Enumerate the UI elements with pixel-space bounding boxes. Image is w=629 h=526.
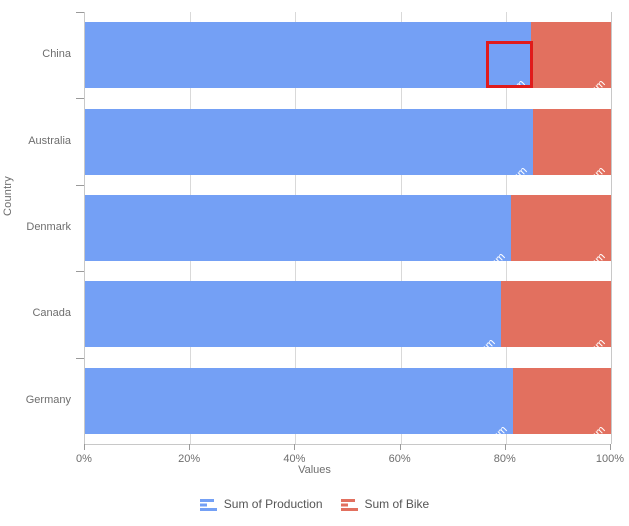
bar-chart-icon	[199, 498, 218, 511]
bar-label: 15% num	[566, 164, 608, 174]
y-axis-title: Country	[2, 176, 14, 216]
bar-row: China 35% num 65% num	[42, 12, 611, 89]
bar-segment-bike[interactable]: 07% num	[510, 195, 611, 261]
y-axis-label-canada: Canada	[32, 307, 71, 320]
y-axis-label-denmark: Denmark	[26, 221, 71, 233]
bar-label: 07% num	[566, 251, 608, 261]
legend-label: Sum of Production	[223, 497, 323, 511]
bar-label: 86% num	[566, 337, 608, 347]
x-axis-tick	[189, 444, 191, 450]
x-axis-tick	[294, 444, 296, 450]
bar-segment-production[interactable]: 35% num	[85, 22, 532, 89]
bar-row: Germany 33% num 67% num	[26, 357, 611, 434]
x-axis-tick	[399, 444, 401, 450]
bar-segment-bike[interactable]: 15% num	[532, 108, 611, 175]
bar-label: 14% num	[456, 337, 498, 347]
bar-segment-production[interactable]: 14% num	[85, 281, 502, 348]
bar-label: 67% num	[566, 423, 608, 433]
bar-segment-bike[interactable]: 67% num	[512, 367, 611, 434]
y-axis-label-germany: Germany	[25, 393, 71, 406]
bar-row: Australia 85% num 15% num	[28, 98, 611, 175]
bar-segment-bike[interactable]: 86% num	[501, 281, 611, 348]
bar-chart-icon	[340, 498, 359, 511]
x-axis-tick	[610, 444, 611, 450]
bar-label: 65% num	[566, 78, 608, 88]
gridline	[611, 12, 612, 444]
bar-row: Denmark 93% num 07% num	[26, 184, 611, 261]
y-axis-tick	[76, 271, 84, 273]
y-axis-label-china: China	[42, 48, 71, 61]
chart-legend: Sum of Production Sum of Bike	[0, 497, 629, 511]
bar-label: 35% num	[486, 78, 528, 88]
plot-area: China 35% num 65% num Australia 85% num 15% n…	[26, 12, 612, 444]
bar-label: 85% num	[488, 164, 530, 174]
y-axis-tick	[76, 12, 84, 13]
x-axis-tick	[504, 444, 506, 450]
bar-label: 93% num	[465, 251, 507, 261]
bar-segment-production[interactable]: 93% num	[85, 195, 511, 261]
bar-label: 33% num	[467, 423, 509, 433]
x-axis: 0% 20% 40% 60% 80% 100%	[76, 444, 624, 465]
y-axis-label-australia: Australia	[28, 134, 71, 147]
legend-label: Sum of Bike	[364, 497, 430, 511]
legend-item[interactable]: Sum of Bike	[340, 497, 430, 511]
x-axis-tick	[84, 444, 85, 450]
bar-row: Canada 14% num 86% num	[32, 271, 611, 348]
bar-segment-production[interactable]: 85% num	[85, 108, 533, 175]
bar-segment-bike[interactable]: 65% num	[531, 22, 611, 89]
y-axis-tick	[76, 184, 84, 186]
x-axis-title: Values	[298, 464, 331, 476]
y-axis-tick	[76, 357, 84, 359]
bar-segment-production[interactable]: 33% num	[85, 367, 513, 434]
legend-item[interactable]: Sum of Production	[199, 497, 323, 511]
chart-root: Country China 35% num 65% num Australia 85% …	[0, 0, 629, 526]
y-axis-tick	[76, 98, 84, 100]
